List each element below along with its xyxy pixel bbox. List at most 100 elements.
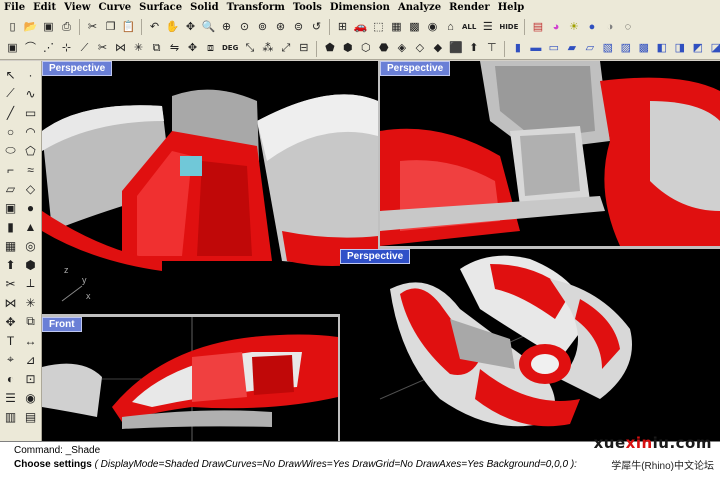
boolean-split-icon[interactable]: ⬣ <box>375 40 392 57</box>
viewport-label[interactable]: Front <box>42 317 82 332</box>
cylinder-icon[interactable]: ▮ <box>509 40 526 57</box>
boolean-difference-icon[interactable]: ⬢ <box>339 40 356 57</box>
ellipse-icon[interactable]: ⬭ <box>1 141 21 160</box>
surface-patch-icon[interactable]: ▨ <box>617 40 634 57</box>
hide-button[interactable]: HIDE <box>497 19 520 36</box>
four-viewports-icon[interactable]: ⊞ <box>334 19 351 36</box>
layer-icon[interactable]: ☰ <box>479 19 496 36</box>
menu-solid[interactable]: Solid <box>186 0 222 16</box>
command-prompt[interactable]: Choose settings ( DisplayMode=Shaded Dra… <box>14 459 577 470</box>
arc-icon[interactable]: ◠ <box>21 122 41 141</box>
snap-icon[interactable]: ⌖ <box>1 350 21 369</box>
command-options[interactable]: ( DisplayMode=Shaded DrawCurves=No DrawW… <box>95 459 577 470</box>
torus-icon[interactable]: ◎ <box>21 236 41 255</box>
copy-object-icon[interactable]: ⧈ <box>202 40 219 57</box>
mesh-icon[interactable]: ▦ <box>1 236 21 255</box>
print-icon[interactable]: ⎙ <box>58 19 75 36</box>
color-wheel-icon[interactable]: ◕ <box>547 19 564 36</box>
chamfer-icon[interactable]: ◆ <box>429 40 446 57</box>
lock-icon[interactable]: ⌂ <box>442 19 459 36</box>
surface-network-icon[interactable]: ▧ <box>599 40 616 57</box>
zoom-icon[interactable]: 🔍 <box>200 19 217 36</box>
edit-points-icon[interactable]: ⋰ <box>40 40 57 57</box>
surface-from-curves-icon[interactable]: ▱ <box>1 179 21 198</box>
surface-extend-icon[interactable]: ◩ <box>689 40 706 57</box>
render-sphere-icon[interactable]: ● <box>583 19 600 36</box>
show-all-button[interactable]: ALL <box>460 19 478 36</box>
select-icon[interactable]: ⬚ <box>370 19 387 36</box>
split-icon[interactable]: ⟋ <box>76 40 93 57</box>
save-icon[interactable]: ▣ <box>40 19 57 36</box>
surface-match-icon[interactable]: ◪ <box>707 40 720 57</box>
fillet-edge-icon[interactable]: ◇ <box>411 40 428 57</box>
array-icon[interactable]: ⁂ <box>259 40 276 57</box>
paste-icon[interactable]: 📋 <box>120 19 137 36</box>
surface-blend-icon[interactable]: ▬ <box>527 40 544 57</box>
analyze-icon[interactable]: ⊿ <box>21 350 41 369</box>
rotate-view-icon[interactable]: ✥ <box>182 19 199 36</box>
menu-edit[interactable]: Edit <box>29 0 60 16</box>
group-icon[interactable]: ⧉ <box>148 40 165 57</box>
dimension-tool-icon[interactable]: ↔ <box>21 331 41 350</box>
polyline-icon[interactable]: ⟋ <box>1 84 21 103</box>
viewport-top-right[interactable]: Perspective <box>380 61 720 246</box>
point-tool-icon[interactable]: · <box>21 65 41 84</box>
rectangle-icon[interactable]: ▭ <box>21 103 41 122</box>
hide-tool-icon[interactable]: ◐ <box>1 369 21 388</box>
extrude-icon[interactable]: ⬆ <box>465 40 482 57</box>
text-tool-icon[interactable]: T <box>1 331 21 350</box>
align-icon[interactable]: ⊟ <box>295 40 312 57</box>
join-icon[interactable]: ⋈ <box>112 40 129 57</box>
extrude-tool-icon[interactable]: ⬆ <box>1 255 21 274</box>
menu-curve[interactable]: Curve <box>94 0 135 16</box>
offset-curve-icon[interactable]: ≈ <box>21 160 41 179</box>
panel-icon[interactable]: ▥ <box>1 407 21 426</box>
grid-icon[interactable]: ▩ <box>406 19 423 36</box>
menu-surface[interactable]: Surface <box>135 0 186 16</box>
curve-tool-icon[interactable]: ⌒ <box>22 40 39 57</box>
boolean-intersection-icon[interactable]: ⬡ <box>357 40 374 57</box>
trim-tool-icon[interactable]: ✂ <box>1 274 21 293</box>
viewport-label[interactable]: Perspective <box>340 249 411 264</box>
surface-edge-icon[interactable]: ◨ <box>671 40 688 57</box>
menu-view[interactable]: View <box>60 0 94 16</box>
wireframe-sphere-icon[interactable]: ◌ <box>619 19 636 36</box>
car-icon[interactable]: 🚗 <box>352 19 369 36</box>
box-icon[interactable]: ⬛ <box>447 40 464 57</box>
surface-loft-icon[interactable]: ▰ <box>563 40 580 57</box>
explode-icon[interactable]: ✳ <box>130 40 147 57</box>
trim-icon[interactable]: ✂ <box>94 40 111 57</box>
boolean-union-icon[interactable]: ⬟ <box>321 40 338 57</box>
rotate-deg-button[interactable]: DEG <box>220 40 240 57</box>
viewport-label[interactable]: Perspective <box>42 61 113 76</box>
move-tool-icon[interactable]: ✥ <box>1 312 21 331</box>
solid-box-icon[interactable]: ▣ <box>1 198 21 217</box>
mirror-icon[interactable]: ⇋ <box>166 40 183 57</box>
scale-icon[interactable]: ⤡ <box>241 40 258 57</box>
new-file-icon[interactable]: ▯ <box>4 19 21 36</box>
curve-cp-icon[interactable]: ∿ <box>21 84 41 103</box>
shell-icon[interactable]: ◈ <box>393 40 410 57</box>
open-file-icon[interactable]: 📂 <box>22 19 39 36</box>
circle-icon[interactable]: ○ <box>1 122 21 141</box>
pan-hand-icon[interactable]: ✋ <box>164 19 181 36</box>
menu-file[interactable]: File <box>0 0 29 16</box>
copy-tool-icon[interactable]: ⧉ <box>21 312 41 331</box>
line-icon[interactable]: ╱ <box>1 103 21 122</box>
plane-surface-icon[interactable]: ◇ <box>21 179 41 198</box>
menu-render[interactable]: Render <box>445 0 494 16</box>
zoom-selected-icon[interactable]: ⊛ <box>272 19 289 36</box>
cylinder-tool-icon[interactable]: ▮ <box>1 217 21 236</box>
lock-tool-icon[interactable]: ⊡ <box>21 369 41 388</box>
properties-icon[interactable]: ▣ <box>4 40 21 57</box>
boolean-tool-icon[interactable]: ⬢ <box>21 255 41 274</box>
menu-dimension[interactable]: Dimension <box>326 0 394 16</box>
menu-tools[interactable]: Tools <box>289 0 326 16</box>
zoom-dynamic-icon[interactable]: ⊙ <box>236 19 253 36</box>
sphere-icon[interactable]: ● <box>21 198 41 217</box>
polygon-icon[interactable]: ⬠ <box>21 141 41 160</box>
fillet-curve-icon[interactable]: ⌐ <box>1 160 21 179</box>
cplane-icon[interactable]: ▦ <box>388 19 405 36</box>
viewport-top-left[interactable]: Perspective xy z <box>42 61 378 314</box>
viewport-bottom-right[interactable]: Perspective <box>340 249 720 441</box>
